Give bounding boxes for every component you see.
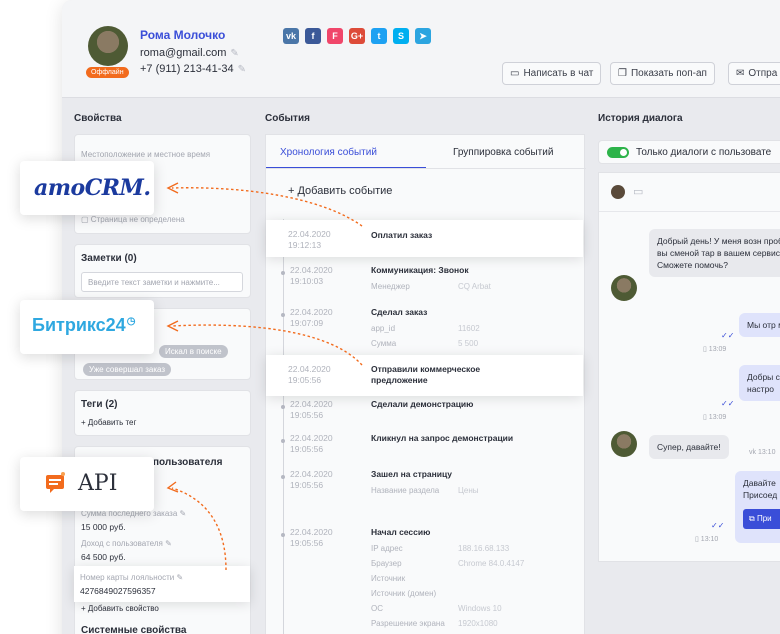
arrow-paid-to-amocrm	[171, 187, 363, 227]
arrow-proposal-to-bitrix	[171, 324, 363, 366]
connector-arrows	[166, 182, 363, 571]
stage: Оффлайн Рома Молочко roma@gmail.com ✎ +7 …	[0, 0, 780, 634]
arrowhead-bitrix	[166, 320, 179, 332]
arrow-loyalty-to-api	[171, 487, 227, 571]
arrowhead-api	[166, 481, 179, 493]
